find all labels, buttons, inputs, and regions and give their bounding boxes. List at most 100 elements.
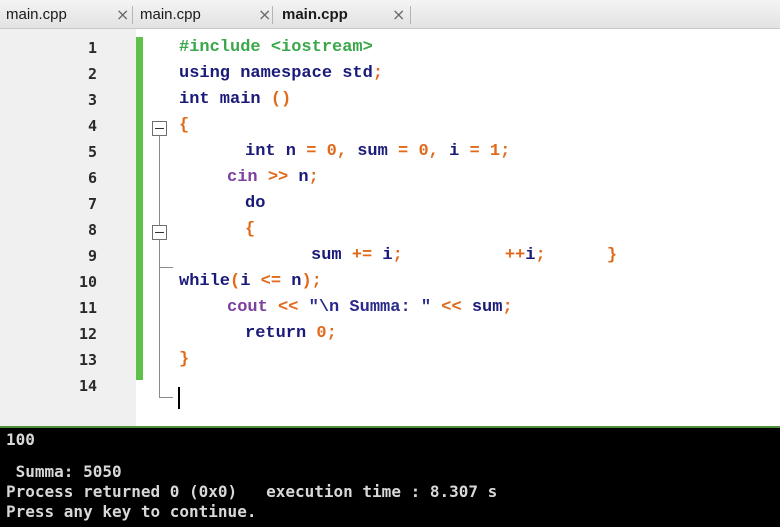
code-token: while — [179, 272, 231, 291]
code-token: 0 — [326, 142, 337, 161]
code-line[interactable]: 9 sum += i; ++i; } — [0, 243, 780, 269]
code-text: using namespace std; — [179, 61, 383, 87]
code-line[interactable]: 4{ — [0, 113, 780, 139]
code-token: , — [336, 142, 358, 161]
code-text: int main () — [179, 87, 291, 113]
code-line[interactable]: 10 while(i <= n); — [0, 269, 780, 295]
code-token: i — [382, 246, 393, 265]
code-token: 0 — [316, 324, 327, 343]
code-token: { — [179, 116, 190, 135]
code-token: = — [398, 142, 419, 161]
code-text: { — [245, 217, 255, 243]
code-token: int n — [245, 142, 307, 161]
code-token: <= — [260, 272, 292, 291]
code-token: do — [245, 194, 266, 213]
line-number: 6 — [87, 169, 97, 187]
code-text: do — [245, 191, 265, 217]
code-token: n — [291, 272, 302, 291]
code-token: i — [240, 272, 261, 291]
code-token: } — [545, 246, 618, 265]
code-text: } — [179, 347, 189, 373]
code-text: while(i <= n); — [179, 269, 322, 295]
tab-label: main.cpp — [6, 6, 67, 23]
code-text: sum += i; ++i; } — [311, 243, 617, 269]
code-token: ; — [500, 142, 511, 161]
tab-divider — [132, 6, 133, 24]
code-token: cin — [227, 168, 268, 187]
code-token: ; — [392, 246, 403, 265]
tab-main-cpp-2[interactable]: main.cpp × — [140, 4, 271, 26]
code-token: = — [306, 142, 327, 161]
code-text: cout << "\n Summa: " << sum; — [227, 295, 513, 321]
code-line[interactable]: 8{ — [0, 217, 780, 243]
code-token: = — [469, 142, 490, 161]
code-token: i — [449, 142, 470, 161]
code-line[interactable]: 6 cin >> n; — [0, 165, 780, 191]
console-line: Summa: 5050 — [6, 462, 122, 481]
code-token: #include <iostream> — [179, 38, 373, 57]
code-line[interactable]: 11 cout << "\n Summa: " << sum; — [0, 295, 780, 321]
line-number: 7 — [87, 195, 97, 213]
code-token: << — [431, 298, 472, 317]
code-text: #include <iostream> — [179, 35, 373, 61]
close-icon[interactable]: × — [116, 4, 129, 26]
code-token: , — [428, 142, 450, 161]
code-token: cout — [227, 298, 279, 317]
line-number: 11 — [78, 299, 97, 317]
code-token: i — [525, 246, 536, 265]
code-token: using namespace std — [179, 64, 373, 83]
editor-tab-bar: main.cpp × main.cpp × main.cpp × — [0, 0, 780, 29]
code-line[interactable]: 5 int n = 0, sum = 0, i = 1; — [0, 139, 780, 165]
line-number: 13 — [78, 351, 97, 369]
code-line[interactable]: 2 using namespace std; — [0, 61, 780, 87]
line-number: 12 — [78, 325, 97, 343]
code-token: ++ — [402, 246, 526, 265]
tab-main-cpp-active[interactable]: main.cpp × — [282, 4, 405, 26]
code-token: ; — [502, 298, 513, 317]
code-line[interactable]: 14 — [0, 373, 780, 399]
tab-divider — [410, 6, 411, 24]
code-token: sum — [311, 246, 352, 265]
line-number: 9 — [87, 247, 97, 265]
close-icon[interactable]: × — [258, 4, 271, 26]
code-token: sum — [471, 298, 503, 317]
code-token: >> — [267, 168, 299, 187]
tab-main-cpp-1[interactable]: main.cpp × — [6, 4, 129, 26]
close-icon[interactable]: × — [392, 4, 405, 26]
text-caret — [178, 387, 180, 409]
code-token: "\n Summa: " — [308, 298, 432, 317]
line-number: 10 — [78, 273, 97, 291]
code-token: << — [278, 298, 309, 317]
tab-label: main.cpp — [282, 6, 348, 23]
line-number: 3 — [87, 91, 97, 109]
code-line[interactable]: 3 int main () — [0, 87, 780, 113]
code-token: sum — [357, 142, 399, 161]
code-token: ; — [308, 168, 319, 187]
console-line: Process returned 0 (0x0) execution time … — [6, 482, 498, 501]
code-line[interactable]: 7 do — [0, 191, 780, 217]
code-text: return 0; — [245, 321, 337, 347]
console-output: 100 Summa: 5050 Process returned 0 (0x0) … — [0, 426, 780, 527]
console-line: 100 — [6, 430, 35, 449]
code-line[interactable]: 12 return 0; — [0, 321, 780, 347]
code-text: int n = 0, sum = 0, i = 1; — [245, 139, 510, 165]
code-text: cin >> n; — [227, 165, 319, 191]
code-token: } — [179, 350, 190, 369]
code-token: { — [245, 220, 256, 239]
code-token: n — [298, 168, 309, 187]
code-editor[interactable]: 1 #include <iostream> 2 using namespace std… — [0, 29, 780, 426]
line-number: 1 — [87, 39, 97, 57]
line-number: 2 — [87, 65, 97, 83]
code-token: 0 — [418, 142, 429, 161]
code-token: ; — [372, 64, 384, 83]
code-token: ); — [301, 272, 322, 291]
code-token: 1 — [489, 142, 501, 161]
code-token: ; — [326, 324, 337, 343]
code-token: return — [245, 324, 317, 343]
console-line: Press any key to continue. — [6, 502, 257, 521]
code-line[interactable]: 13} — [0, 347, 780, 373]
code-token: ; — [535, 246, 546, 265]
line-number: 14 — [78, 377, 97, 395]
code-line[interactable]: 1 #include <iostream> — [0, 35, 780, 61]
line-number: 4 — [87, 117, 97, 135]
